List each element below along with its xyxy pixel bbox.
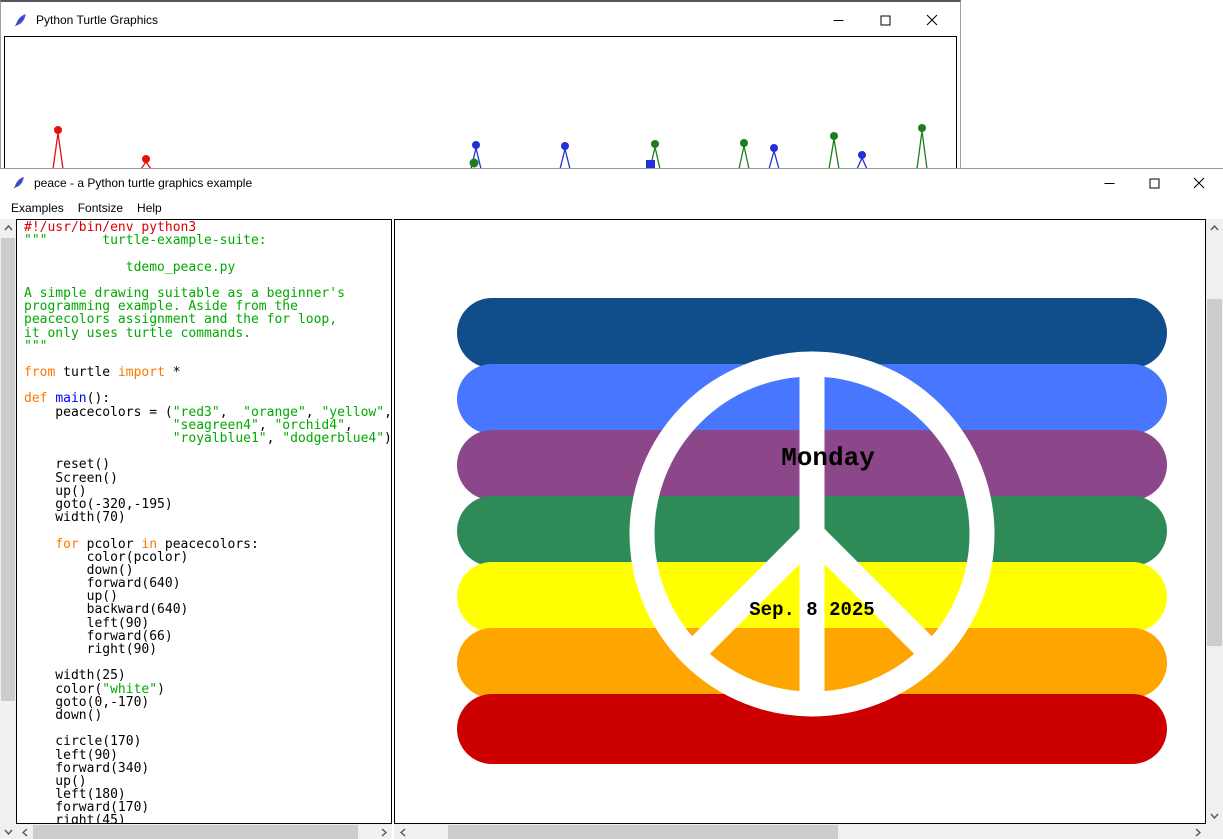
scroll-up-icon[interactable]	[0, 219, 16, 236]
menu-examples[interactable]: Examples	[10, 199, 65, 217]
window-title: peace - a Python turtle graphics example	[34, 176, 252, 190]
scrollbar-thumb[interactable]	[33, 825, 358, 839]
scroll-down-icon[interactable]	[0, 824, 16, 839]
window-python-turtle-graphics: Python Turtle Graphics	[0, 0, 961, 168]
source-code-pane[interactable]: #!/usr/bin/env python3""" turtle-example…	[16, 219, 392, 824]
code-text: #!/usr/bin/env python3""" turtle-example…	[17, 220, 391, 824]
minimize-icon[interactable]	[1091, 169, 1127, 197]
code-line: from turtle import *	[24, 366, 391, 379]
scroll-up-icon[interactable]	[1206, 219, 1223, 236]
scroll-right-icon[interactable]	[1189, 824, 1206, 839]
peace-canvas-svg: Monday Sep. 8 2025	[395, 220, 1205, 823]
code-line: width(70)	[24, 511, 391, 524]
minimize-icon[interactable]	[820, 4, 856, 36]
close-icon[interactable]	[1181, 169, 1217, 197]
screen: Python Turtle Graphics	[0, 0, 1223, 839]
scroll-right-icon[interactable]	[375, 824, 392, 839]
window-title: Python Turtle Graphics	[36, 13, 158, 27]
scrollbar-thumb[interactable]	[448, 825, 838, 839]
turtle-graphics-canvas	[4, 36, 957, 170]
svg-text:Monday: Monday	[781, 443, 875, 473]
menu-help[interactable]: Help	[136, 199, 163, 217]
scrollbar-thumb[interactable]	[1, 238, 15, 701]
menu-fontsize[interactable]: Fontsize	[77, 199, 124, 217]
maximize-icon[interactable]	[867, 4, 903, 36]
scroll-left-icon[interactable]	[16, 824, 33, 839]
window-controls	[820, 4, 950, 36]
canvas-vertical-scrollbar[interactable]	[1206, 219, 1223, 824]
window-controls	[1091, 169, 1217, 197]
tk-feather-icon	[13, 13, 28, 28]
code-line: """	[24, 340, 391, 353]
code-line: """ turtle-example-suite:	[24, 234, 391, 247]
code-line: down()	[24, 709, 391, 722]
code-line: "royalblue1", "dodgerblue4")	[24, 432, 391, 445]
pins-svg	[5, 37, 956, 169]
peace-drawing-canvas: Monday Sep. 8 2025	[394, 219, 1206, 824]
code-line: it only uses turtle commands.	[24, 327, 391, 340]
menubar: Examples Fontsize Help	[0, 197, 1223, 219]
code-line: right(45)	[24, 814, 391, 824]
tk-feather-icon	[12, 176, 26, 190]
scroll-left-icon[interactable]	[394, 824, 411, 839]
svg-text:Sep. 8 2025: Sep. 8 2025	[749, 599, 874, 621]
code-line: tdemo_peace.py	[24, 261, 391, 274]
close-icon[interactable]	[914, 4, 950, 36]
code-vertical-scrollbar[interactable]	[0, 219, 16, 839]
maximize-icon[interactable]	[1136, 169, 1172, 197]
scroll-down-icon[interactable]	[1206, 807, 1223, 824]
titlebar-turtle-graphics[interactable]: Python Turtle Graphics	[1, 4, 960, 36]
scrollbar-thumb[interactable]	[1207, 299, 1222, 646]
code-horizontal-scrollbar[interactable]	[16, 824, 392, 839]
titlebar-peace[interactable]: peace - a Python turtle graphics example	[0, 169, 1223, 197]
code-line: right(90)	[24, 643, 391, 656]
scrollbar-corner	[1206, 824, 1223, 839]
canvas-horizontal-scrollbar[interactable]	[394, 824, 1206, 839]
window-peace-demo: peace - a Python turtle graphics example…	[0, 168, 1223, 839]
